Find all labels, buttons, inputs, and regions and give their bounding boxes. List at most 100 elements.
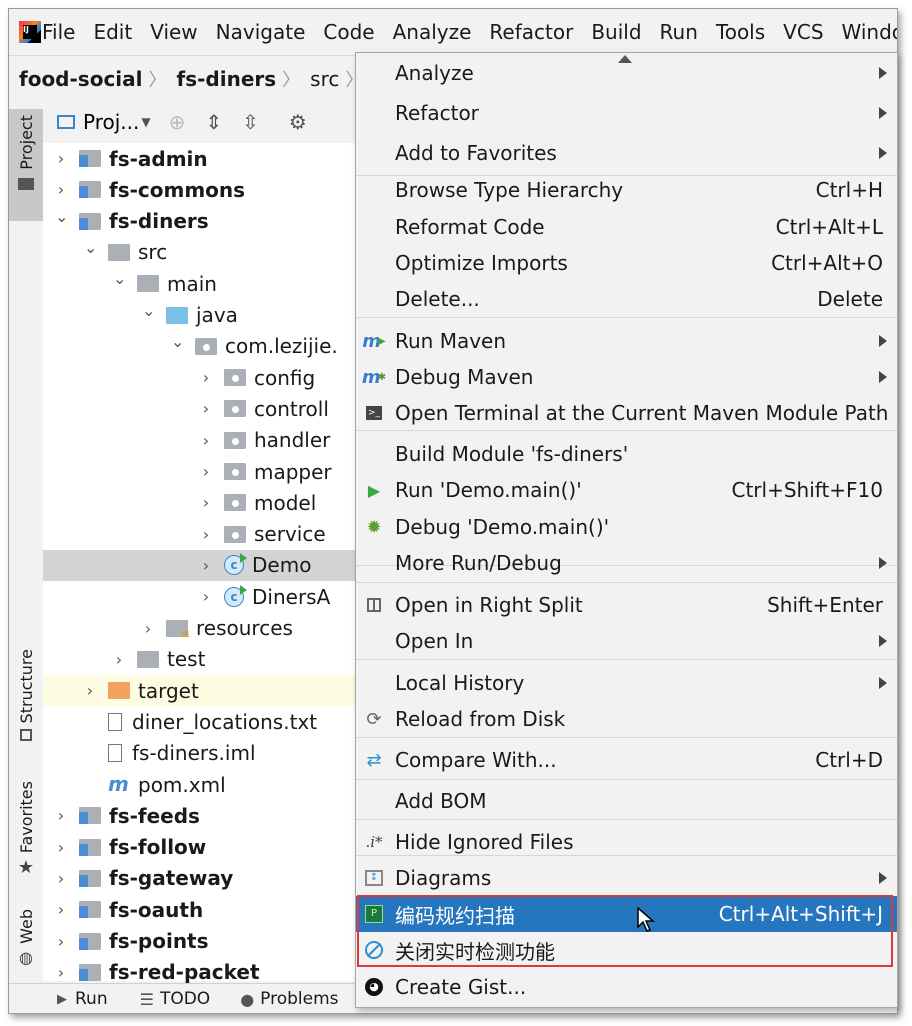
tree-item[interactable]: › config	[43, 362, 363, 393]
menu-item[interactable]: ✹ Debug 'Demo.main()'	[356, 509, 897, 545]
tree-item[interactable]: diner_locations.txt	[43, 706, 363, 737]
menu-item[interactable]: >_ Open Terminal at the Current Maven Mod…	[356, 395, 897, 431]
tree-item[interactable]: fs-diners.iml	[43, 738, 363, 769]
tree-item[interactable]: › fs-gateway	[43, 863, 363, 894]
tree-item[interactable]: › c Demo	[43, 549, 363, 581]
tree-item[interactable]: › fs-commons	[43, 174, 363, 205]
tree-item[interactable]: ⌄ src	[43, 237, 363, 268]
chevron-right-icon[interactable]: ›	[55, 900, 67, 919]
tree-item[interactable]: › test	[43, 644, 363, 675]
menu-view[interactable]: View	[141, 20, 206, 44]
chevron-right-icon[interactable]: ›	[200, 462, 212, 481]
menu-item[interactable]: Open In	[356, 623, 897, 659]
gear-icon[interactable]: ⚙	[289, 110, 307, 134]
menu-item[interactable]: m ▶ Run Maven	[356, 323, 897, 359]
tree-item[interactable]: › resources	[43, 613, 363, 644]
chevron-right-icon[interactable]: ›	[55, 806, 67, 825]
chevron-right-icon[interactable]: ›	[200, 399, 212, 418]
chevron-right-icon[interactable]: ›	[55, 869, 67, 888]
menu-refactor[interactable]: Refactor	[480, 20, 582, 44]
chevron-down-icon[interactable]: ⌄	[113, 269, 126, 288]
breadcrumb-src[interactable]: src	[300, 67, 345, 91]
menu-item[interactable]: Optimize Imports Ctrl+Alt+O	[356, 245, 897, 281]
menu-item[interactable]: ⟳ Reload from Disk	[356, 701, 897, 737]
chevron-down-icon[interactable]: ⌄	[84, 238, 97, 257]
menu-item[interactable]: .i* Hide Ignored Files	[356, 824, 897, 860]
favorites-tool-tab[interactable]: Favorites ★	[9, 781, 43, 891]
menu-vcs[interactable]: VCS	[774, 20, 832, 44]
chevron-right-icon[interactable]: ›	[55, 180, 67, 199]
menu-item[interactable]: Add to Favorites	[356, 135, 897, 171]
breadcrumb-module[interactable]: fs-diners	[167, 67, 283, 91]
chevron-right-icon[interactable]: ›	[55, 932, 67, 951]
web-tool-tab[interactable]: Web ◍	[9, 909, 43, 979]
menu-item[interactable]: Refactor	[356, 95, 897, 131]
menu-code[interactable]: Code	[314, 20, 383, 44]
menu-tools[interactable]: Tools	[707, 20, 774, 44]
collapse-all-icon[interactable]: ⇳	[242, 110, 259, 134]
tree-item[interactable]: › c DinersA	[43, 581, 363, 612]
tree-item[interactable]: › fs-admin	[43, 143, 363, 174]
run-tool-tab[interactable]: Run	[75, 989, 108, 1009]
locate-icon[interactable]: ⊕	[169, 110, 186, 134]
menu-item[interactable]: Open in Right Split Shift+Enter	[356, 587, 897, 623]
chevron-right-icon[interactable]: ›	[142, 619, 154, 638]
menu-edit[interactable]: Edit	[84, 20, 141, 44]
tree-item[interactable]: › fs-follow	[43, 832, 363, 863]
menu-run[interactable]: Run	[651, 20, 707, 44]
chevron-right-icon[interactable]: ›	[55, 963, 67, 982]
tree-item[interactable]: › fs-oauth	[43, 894, 363, 925]
menu-build[interactable]: Build	[582, 20, 650, 44]
tree-item[interactable]: › handler	[43, 425, 363, 456]
chevron-down-icon[interactable]: ▼	[141, 115, 150, 129]
chevron-right-icon[interactable]: ›	[200, 493, 212, 512]
tree-item[interactable]: › model	[43, 487, 363, 518]
menu-item[interactable]: ▶ Run 'Demo.main()' Ctrl+Shift+F10	[356, 472, 897, 508]
chevron-right-icon[interactable]: ›	[200, 525, 212, 544]
chevron-right-icon[interactable]: ›	[84, 681, 96, 700]
tree-item[interactable]: ⌄ fs-diners	[43, 206, 363, 237]
tree-item[interactable]: m pom.xml	[43, 769, 363, 800]
tree-item[interactable]: › fs-points	[43, 926, 363, 957]
menu-item[interactable]: ↕ Diagrams	[356, 860, 897, 896]
chevron-down-icon[interactable]: ⌄	[142, 301, 155, 320]
chevron-right-icon[interactable]: ›	[200, 587, 212, 606]
chevron-right-icon[interactable]: ›	[200, 368, 212, 387]
menu-item[interactable]: Build Module 'fs-diners'	[356, 436, 897, 472]
chevron-right-icon[interactable]: ›	[200, 431, 212, 450]
chevron-right-icon[interactable]: ›	[55, 838, 67, 857]
chevron-right-icon[interactable]: ›	[200, 556, 212, 575]
problems-tool-tab[interactable]: Problems	[260, 989, 338, 1009]
menu-item[interactable]: Delete... Delete	[356, 281, 897, 317]
menu-window[interactable]: Windo	[833, 20, 897, 44]
menu-analyze[interactable]: Analyze	[384, 20, 481, 44]
menu-navigate[interactable]: Navigate	[207, 20, 315, 44]
menu-item[interactable]: 关闭实时检测功能	[356, 932, 897, 968]
menu-item[interactable]: Add BOM	[356, 783, 897, 819]
chevron-down-icon[interactable]: ⌄	[171, 332, 184, 351]
menu-item[interactable]: Browse Type Hierarchy Ctrl+H	[356, 172, 897, 208]
menu-item[interactable]: Local History	[356, 665, 897, 701]
tree-item[interactable]: › service	[43, 519, 363, 550]
chevron-right-icon[interactable]: ›	[55, 149, 67, 168]
project-tool-tab[interactable]: Project	[9, 109, 43, 221]
project-view-selector[interactable]: Proj...	[83, 110, 139, 134]
menu-item[interactable]: P 编码规约扫描 Ctrl+Alt+Shift+J	[356, 896, 897, 932]
tree-item[interactable]: › controll	[43, 393, 363, 424]
menu-item[interactable]: ◕ Create Gist...	[356, 969, 897, 1005]
tree-item[interactable]: ⌄ com.lezijie.	[43, 331, 363, 362]
menu-item[interactable]: Analyze	[356, 55, 897, 91]
expand-all-icon[interactable]: ⇕	[205, 110, 222, 134]
chevron-down-icon[interactable]: ⌄	[55, 207, 68, 226]
structure-tool-tab[interactable]: Structure	[9, 649, 43, 759]
tree-item[interactable]: ⌄ java	[43, 300, 363, 331]
tree-item[interactable]: › mapper	[43, 456, 363, 487]
menu-item[interactable]: Reformat Code Ctrl+Alt+L	[356, 209, 897, 245]
tree-item[interactable]: › fs-feeds	[43, 800, 363, 831]
menu-item[interactable]: ⇄ Compare With... Ctrl+D	[356, 742, 897, 778]
breadcrumb-project[interactable]: food-social	[9, 67, 149, 91]
tree-item[interactable]: ⌄ main	[43, 268, 363, 299]
chevron-right-icon[interactable]: ›	[113, 650, 125, 669]
menu-item[interactable]: More Run/Debug	[356, 545, 897, 581]
menu-item[interactable]: m ✱ Debug Maven	[356, 359, 897, 395]
